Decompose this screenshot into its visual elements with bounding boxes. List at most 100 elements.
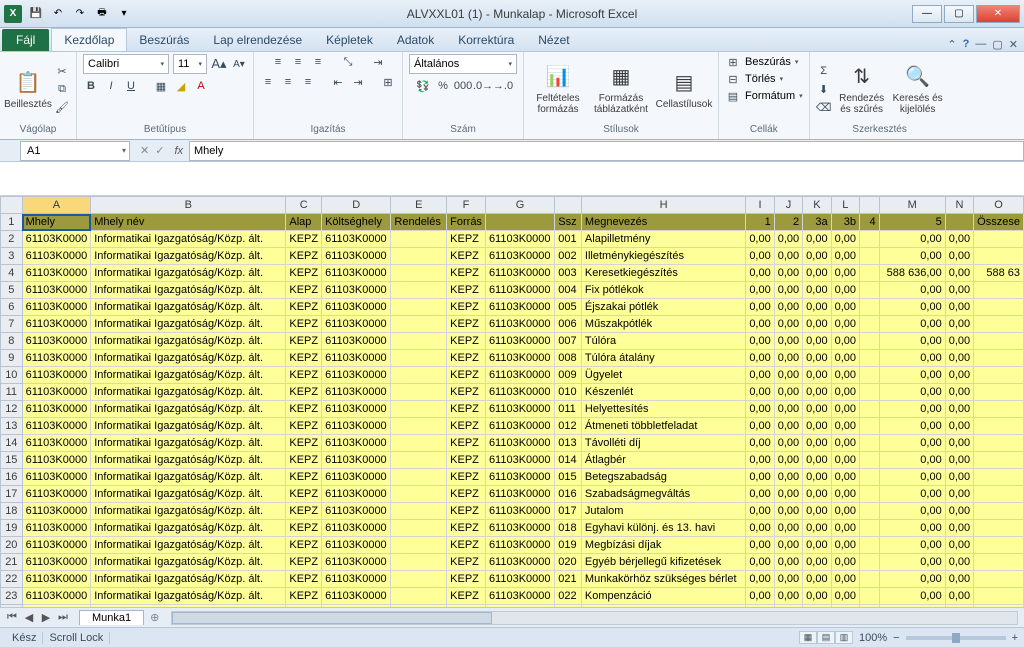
merge-icon[interactable]: ⊞ (380, 74, 396, 90)
sheet-nav-first-icon[interactable]: ⏮ (4, 611, 20, 624)
ribbon-minimize-icon[interactable]: ⌃ (947, 38, 956, 51)
table-row[interactable]: 13 61103K0000Informatikai Igazgatóság/Kö… (1, 418, 1024, 435)
horizontal-scrollbar[interactable] (171, 611, 1018, 625)
table-row[interactable]: 14 61103K0000Informatikai Igazgatóság/Kö… (1, 435, 1024, 452)
maximize-button[interactable]: ▢ (944, 5, 974, 23)
sheet-nav-next-icon[interactable]: ▶ (38, 611, 54, 624)
col-header-K[interactable]: K (803, 197, 831, 214)
row-header[interactable]: 15 (1, 452, 23, 469)
row-header[interactable]: 13 (1, 418, 23, 435)
row-header[interactable]: 2 (1, 231, 23, 248)
format-as-table-button[interactable]: ▦Formázás táblázatként (590, 63, 652, 115)
row-header[interactable]: 1 (1, 214, 23, 231)
row-header[interactable]: 12 (1, 401, 23, 418)
tab-view[interactable]: Nézet (526, 29, 581, 51)
table-row[interactable]: 2 61103K0000Informatikai Igazgatóság/Köz… (1, 231, 1024, 248)
wrap-text-icon[interactable]: ⇥ (370, 54, 386, 70)
zoom-slider[interactable] (906, 636, 1006, 640)
format-painter-icon[interactable]: 🖌 (54, 99, 70, 115)
row-header[interactable]: 4 (1, 265, 23, 282)
row-header[interactable]: 8 (1, 333, 23, 350)
tab-formulas[interactable]: Képletek (314, 29, 385, 51)
currency-icon[interactable]: 💱 (415, 78, 431, 94)
table-row[interactable]: 6 61103K0000Informatikai Igazgatóság/Köz… (1, 299, 1024, 316)
decrease-indent-icon[interactable]: ⇤ (330, 74, 346, 90)
col-header-L[interactable]: L (831, 197, 859, 214)
increase-decimal-icon[interactable]: .0→ (475, 78, 491, 94)
table-row[interactable]: 10 61103K0000Informatikai Igazgatóság/Kö… (1, 367, 1024, 384)
col-header-G[interactable]: G (485, 197, 554, 214)
percent-icon[interactable]: % (435, 78, 451, 94)
sheet-nav-prev-icon[interactable]: ◀ (21, 611, 37, 624)
row-header[interactable]: 21 (1, 554, 23, 571)
row-header[interactable]: 17 (1, 486, 23, 503)
align-left-icon[interactable]: ≡ (260, 74, 276, 90)
font-color-icon[interactable]: A (193, 78, 209, 94)
cancel-formula-icon[interactable]: ✕ (140, 144, 149, 157)
col-header-B[interactable]: B (91, 197, 286, 214)
tab-page-layout[interactable]: Lap elrendezése (201, 29, 314, 51)
workbook-close-icon[interactable]: ✕ (1009, 38, 1018, 51)
help-icon[interactable]: ? (963, 38, 970, 51)
format-cells-button[interactable]: ▤Formátum▾ (725, 88, 803, 104)
redo-icon[interactable]: ↷ (72, 6, 88, 22)
row-header[interactable]: 14 (1, 435, 23, 452)
table-row[interactable]: 7 61103K0000Informatikai Igazgatóság/Köz… (1, 316, 1024, 333)
spreadsheet-grid[interactable]: A B C D E F G H I J K L M N O (0, 196, 1024, 607)
row-header[interactable]: 7 (1, 316, 23, 333)
table-row[interactable]: 9 61103K0000Informatikai Igazgatóság/Köz… (1, 350, 1024, 367)
delete-cells-button[interactable]: ⊟Törlés▾ (725, 71, 783, 87)
row-header[interactable]: 22 (1, 571, 23, 588)
font-name-combo[interactable]: Calibri▾ (83, 54, 169, 74)
accept-formula-icon[interactable]: ✓ (155, 144, 164, 157)
find-select-button[interactable]: 🔍Keresés és kijelölés (892, 63, 944, 115)
tab-data[interactable]: Adatok (385, 29, 446, 51)
fill-icon[interactable]: ⬇ (816, 81, 832, 97)
col-header-I[interactable]: I (746, 197, 774, 214)
name-box[interactable]: A1 (20, 141, 130, 161)
orientation-icon[interactable]: ⤡ (340, 54, 356, 70)
copy-icon[interactable]: ⧉ (54, 81, 70, 97)
save-icon[interactable]: 💾 (28, 6, 44, 22)
col-header-E[interactable]: E (391, 197, 447, 214)
table-row[interactable]: 5 61103K0000Informatikai Igazgatóság/Köz… (1, 282, 1024, 299)
italic-icon[interactable]: I (103, 78, 119, 94)
col-header-M[interactable]: M (879, 197, 945, 214)
fx-icon[interactable]: fx (174, 145, 189, 157)
font-size-combo[interactable]: 11▾ (173, 54, 207, 74)
view-page-layout-icon[interactable]: ▤ (817, 631, 835, 644)
table-row[interactable]: 15 61103K0000Informatikai Igazgatóság/Kö… (1, 452, 1024, 469)
workbook-minimize-icon[interactable]: — (975, 38, 986, 51)
col-header-A[interactable]: A (22, 197, 91, 214)
row-header[interactable]: 23 (1, 588, 23, 605)
zoom-out-button[interactable]: − (893, 632, 899, 644)
workbook-restore-icon[interactable]: ▢ (992, 38, 1002, 51)
table-row[interactable]: 8 61103K0000Informatikai Igazgatóság/Köz… (1, 333, 1024, 350)
grow-font-icon[interactable]: A▴ (211, 56, 227, 72)
comma-icon[interactable]: 000 (455, 78, 471, 94)
table-row[interactable]: 18 61103K0000Informatikai Igazgatóság/Kö… (1, 503, 1024, 520)
column-headers[interactable]: A B C D E F G H I J K L M N O (1, 197, 1024, 214)
view-page-break-icon[interactable]: ▥ (835, 631, 853, 644)
underline-icon[interactable]: U (123, 78, 139, 94)
insert-cells-button[interactable]: ⊞Beszúrás▾ (725, 54, 798, 70)
row-header[interactable]: 5 (1, 282, 23, 299)
shrink-font-icon[interactable]: A▾ (231, 56, 247, 72)
tab-insert[interactable]: Beszúrás (127, 29, 201, 51)
number-format-combo[interactable]: Általános▾ (409, 54, 517, 74)
row-header[interactable]: 19 (1, 520, 23, 537)
table-row[interactable]: 20 61103K0000Informatikai Igazgatóság/Kö… (1, 537, 1024, 554)
col-header-J[interactable]: J (774, 197, 802, 214)
table-row[interactable]: 23 61103K0000Informatikai Igazgatóság/Kö… (1, 588, 1024, 605)
col-header-H-split[interactable] (555, 197, 582, 214)
zoom-in-button[interactable]: + (1012, 632, 1018, 644)
close-button[interactable]: ✕ (976, 5, 1020, 23)
col-header-M-left[interactable] (860, 197, 880, 214)
row-header[interactable]: 9 (1, 350, 23, 367)
view-normal-icon[interactable]: ▦ (799, 631, 817, 644)
col-header-F[interactable]: F (447, 197, 486, 214)
minimize-button[interactable]: — (912, 5, 942, 23)
clear-icon[interactable]: ⌫ (816, 99, 832, 115)
sheet-tab-munka1[interactable]: Munka1 (79, 610, 144, 625)
select-all-corner[interactable] (1, 197, 23, 214)
